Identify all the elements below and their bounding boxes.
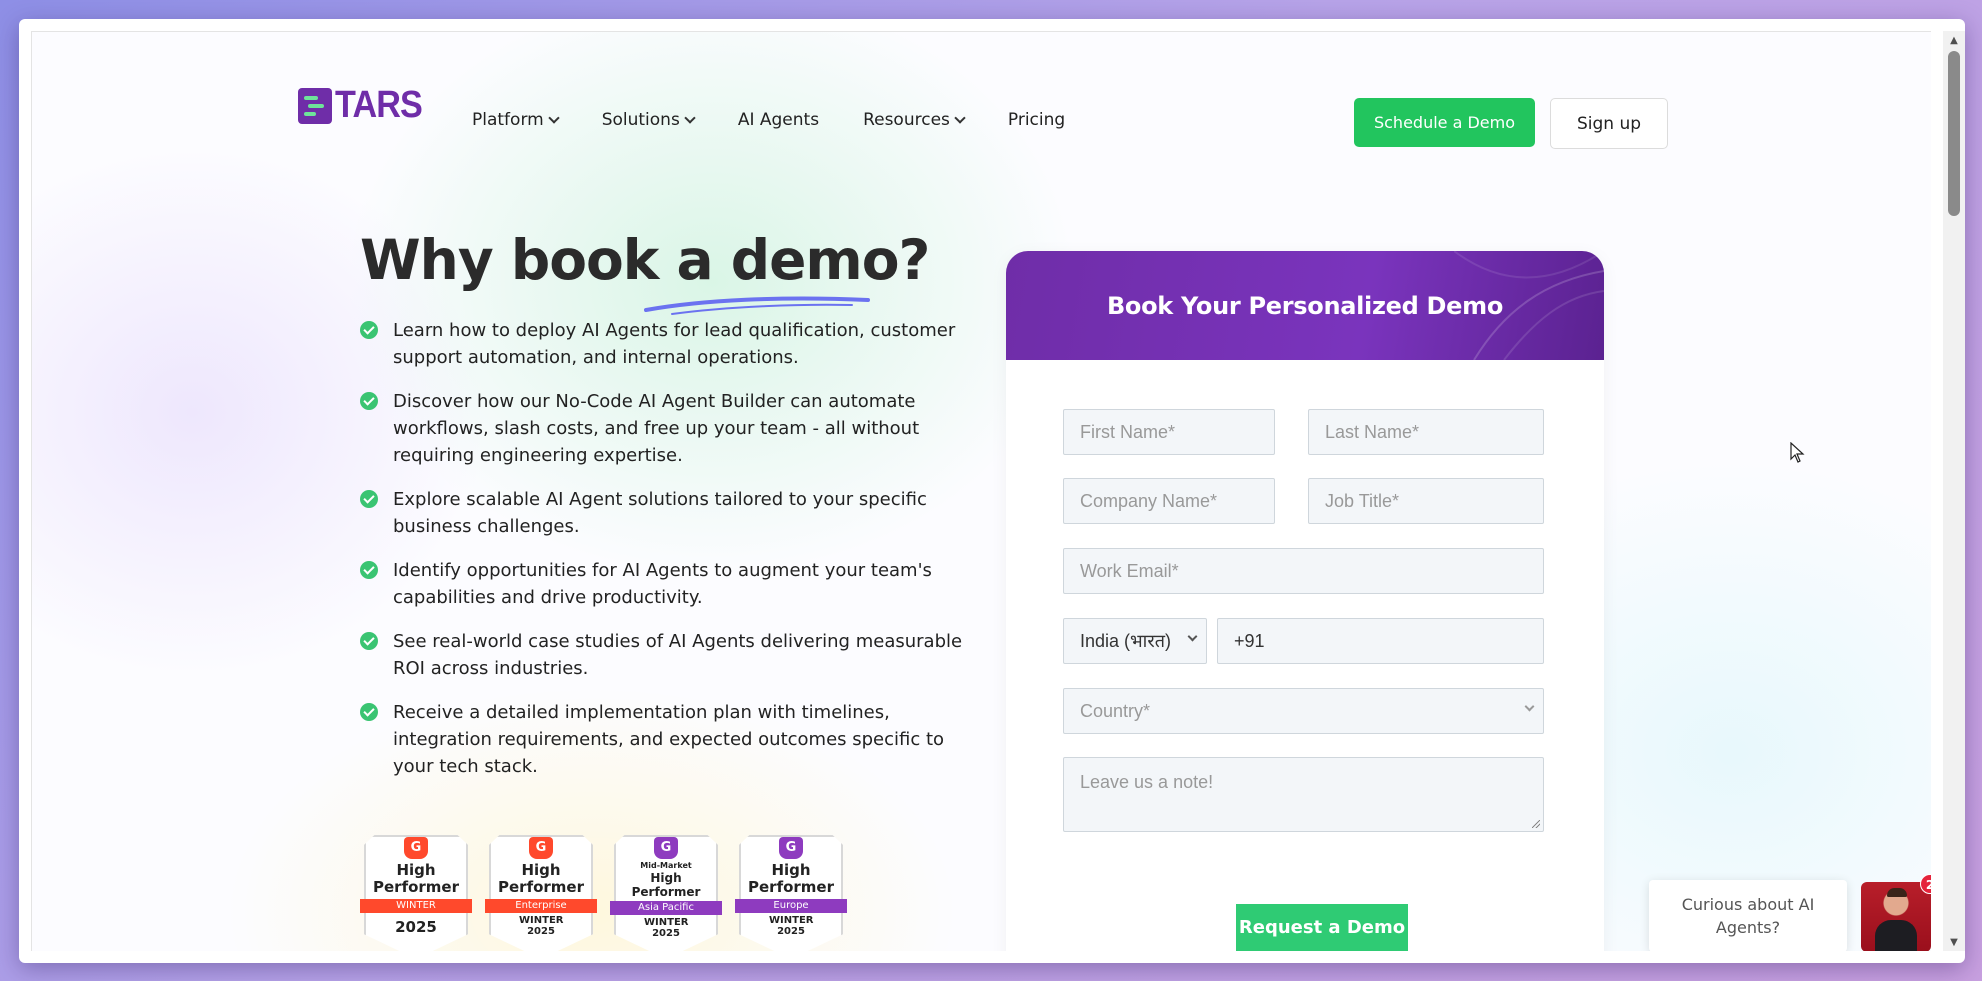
badge-season: WINTER 2025	[644, 917, 689, 939]
browser-window: TARS Platform Solutions AI Agents Resour…	[19, 19, 1965, 963]
g2-logo-icon: G	[654, 837, 678, 859]
g2-badge: G High Performer Enterprise WINTER 2025	[485, 835, 597, 951]
phone-country-select[interactable]: India (भारत)	[1063, 618, 1207, 664]
chevron-down-icon	[1187, 631, 1198, 642]
benefit-item: Discover how our No-Code AI Agent Builde…	[360, 388, 970, 469]
award-badges: G High Performer WINTER 2025 G High Perf…	[360, 835, 864, 951]
nav-item-label: Resources	[863, 110, 950, 130]
check-circle-icon	[360, 490, 378, 508]
badge-season: WINTER 2025	[769, 915, 814, 937]
last-name-input[interactable]: Last Name*	[1308, 409, 1544, 455]
chevron-down-icon	[954, 111, 966, 124]
benefit-item: Learn how to deploy AI Agents for lead q…	[360, 317, 970, 371]
job-title-input[interactable]: Job Title*	[1308, 478, 1544, 524]
logo-text: TARS	[335, 84, 423, 126]
check-circle-icon	[360, 392, 378, 410]
request-demo-button[interactable]: Request a Demo	[1236, 904, 1408, 951]
nav-item-label: Pricing	[1007, 110, 1066, 130]
form-title: Book Your Personalized Demo	[1106, 291, 1504, 320]
badge-ribbon: WINTER	[360, 899, 472, 913]
benefit-item: See real-world case studies of AI Agents…	[360, 628, 970, 682]
note-placeholder: Leave us a note!	[1080, 772, 1214, 792]
badge-ribbon: Asia Pacific	[610, 901, 722, 915]
scrollbar-thumb[interactable]	[1948, 51, 1960, 216]
benefit-text: Learn how to deploy AI Agents for lead q…	[393, 320, 956, 368]
badge-title: High Performer	[498, 861, 584, 896]
g2-badge: G Mid-Market High Performer Asia Pacific…	[610, 835, 722, 951]
g2-badge: G High Performer WINTER 2025	[360, 835, 472, 951]
country-select[interactable]: Country*	[1063, 688, 1544, 734]
check-circle-icon	[360, 321, 378, 339]
note-textarea[interactable]: Leave us a note!	[1063, 757, 1544, 832]
badge-subtitle: Mid-Market	[640, 861, 692, 870]
nav-links: Platform Solutions AI Agents Resources P…	[472, 110, 1109, 130]
schedule-demo-button[interactable]: Schedule a Demo	[1354, 98, 1535, 147]
scroll-down-arrow-icon[interactable]: ▼	[1943, 933, 1965, 951]
chevron-down-icon	[684, 111, 696, 124]
benefit-text: Discover how our No-Code AI Agent Builde…	[393, 391, 920, 466]
chevron-down-icon	[548, 111, 560, 124]
work-email-input[interactable]: Work Email*	[1063, 548, 1544, 594]
nav-item-label: Platform	[472, 110, 544, 130]
logo[interactable]: TARS	[298, 84, 432, 127]
g2-logo-icon: G	[529, 837, 553, 859]
page-title: Why book a demo?	[360, 228, 930, 292]
resize-handle-icon[interactable]	[1532, 820, 1540, 828]
badge-title: High Performer	[748, 861, 834, 896]
tars-logo-icon	[298, 87, 332, 124]
nav-item-resources[interactable]: Resources	[863, 110, 966, 130]
phone-input[interactable]: +91	[1217, 618, 1544, 664]
benefit-item: Receive a detailed implementation plan w…	[360, 699, 970, 780]
demo-form-card: Book Your Personalized Demo	[1006, 251, 1604, 951]
g2-badge: G High Performer Europe WINTER 2025	[735, 835, 847, 951]
g2-logo-icon: G	[404, 837, 428, 859]
sign-up-button[interactable]: Sign up	[1550, 98, 1668, 149]
form-header: Book Your Personalized Demo	[1006, 251, 1604, 360]
decorative-wave-icon	[1454, 251, 1604, 360]
check-circle-icon	[360, 703, 378, 721]
check-circle-icon	[360, 632, 378, 650]
nav-item-label: Solutions	[601, 110, 680, 130]
g2-logo-icon: G	[779, 837, 803, 859]
company-name-input[interactable]: Company Name*	[1063, 478, 1275, 524]
badge-season: 2025	[395, 918, 437, 936]
badge-season: WINTER 2025	[519, 915, 564, 937]
top-nav: TARS Platform Solutions AI Agents Resour…	[32, 32, 1931, 152]
chat-avatar[interactable]	[1861, 882, 1931, 951]
nav-item-ai-agents[interactable]: AI Agents	[738, 110, 819, 130]
badge-ribbon: Enterprise	[485, 899, 597, 913]
benefit-list: Learn how to deploy AI Agents for lead q…	[360, 317, 970, 797]
benefit-text: See real-world case studies of AI Agents…	[393, 631, 963, 679]
chat-prompt-bubble[interactable]: Curious about AI Agents?	[1649, 880, 1847, 951]
badge-title: High Performer	[373, 861, 459, 896]
chevron-down-icon	[1524, 701, 1535, 712]
nav-item-solutions[interactable]: Solutions	[601, 110, 696, 130]
badge-title: High Performer	[631, 871, 701, 899]
nav-item-label: AI Agents	[737, 110, 820, 130]
benefit-item: Identify opportunities for AI Agents to …	[360, 557, 970, 611]
country-placeholder: Country*	[1080, 700, 1151, 721]
page: TARS Platform Solutions AI Agents Resour…	[31, 31, 1931, 951]
page-scrollbar[interactable]: ▲ ▼	[1943, 31, 1965, 951]
first-name-input[interactable]: First Name*	[1063, 409, 1275, 455]
phone-country-value: India (भारत)	[1080, 631, 1171, 651]
benefit-text: Explore scalable AI Agent solutions tail…	[393, 489, 927, 537]
benefit-item: Explore scalable AI Agent solutions tail…	[360, 486, 970, 540]
badge-ribbon: Europe	[735, 899, 847, 913]
scroll-up-arrow-icon[interactable]: ▲	[1943, 31, 1965, 49]
benefit-text: Receive a detailed implementation plan w…	[393, 702, 945, 777]
underline-swoosh-icon	[644, 296, 870, 315]
mouse-cursor-icon	[1790, 442, 1805, 463]
benefit-text: Identify opportunities for AI Agents to …	[393, 560, 932, 608]
nav-item-platform[interactable]: Platform	[472, 110, 560, 130]
check-circle-icon	[360, 561, 378, 579]
nav-item-pricing[interactable]: Pricing	[1008, 110, 1065, 130]
